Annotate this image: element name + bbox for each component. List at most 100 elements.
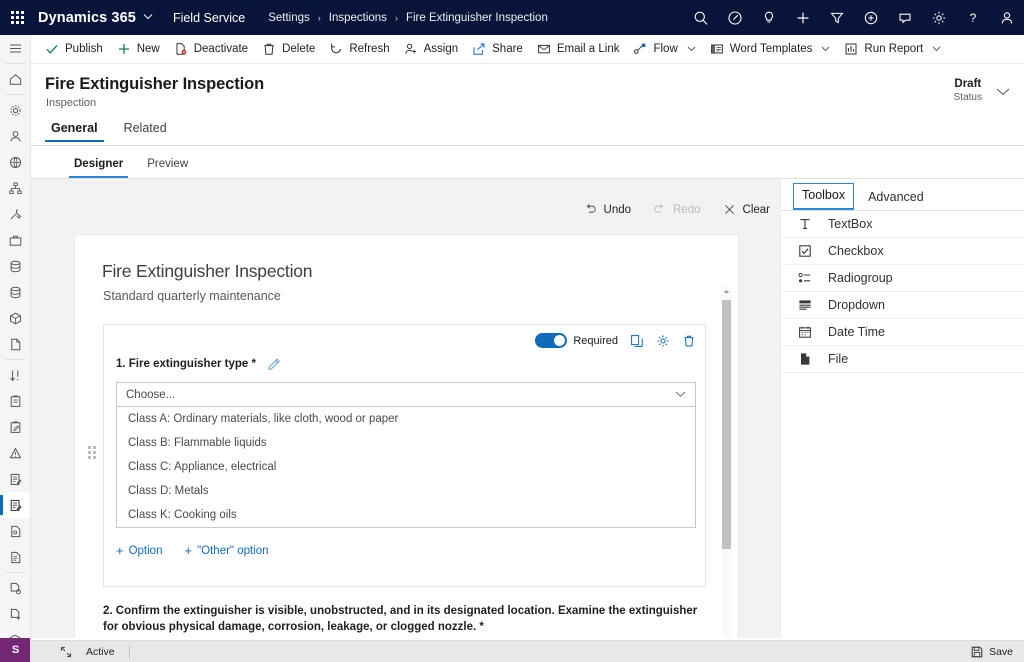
tab-related[interactable]: Related [118,117,173,142]
option-item[interactable]: Class K: Cooking oils [117,503,695,527]
toolbox-item-radiogroup[interactable]: Radiogroup [781,265,1024,292]
word-template-icon [710,42,724,56]
person-icon[interactable] [0,123,30,149]
option-item[interactable]: Class C: Appliance, electrical [117,455,695,479]
add-icon[interactable] [786,0,820,35]
tab-preview[interactable]: Preview [142,154,193,178]
package-icon[interactable] [0,305,30,331]
globe-icon[interactable] [0,149,30,175]
inspection-template-icon[interactable] [0,466,30,492]
database-stack-icon[interactable] [0,279,30,305]
account-icon[interactable] [990,0,1024,35]
plus-icon: + [116,543,124,558]
document-settings-icon[interactable] [0,575,30,601]
toolbox-item-textbox[interactable]: TextBox [781,211,1024,238]
document-add-icon[interactable] [0,601,30,627]
toolbox-item-file[interactable]: File [781,346,1024,373]
status-chevron-down-icon[interactable] [996,83,1010,101]
expand-icon[interactable] [60,646,72,658]
tab-advanced[interactable]: Advanced [860,186,932,210]
settings-gear-icon[interactable] [922,0,956,35]
app-name-label[interactable]: Field Service [173,11,245,25]
required-toggle[interactable] [535,333,568,348]
status-badge: Draft Status [954,76,1010,103]
diagnostics-icon[interactable] [718,0,752,35]
lightbulb-icon[interactable] [752,0,786,35]
add-other-option-label: "Other" option [197,544,269,557]
home-icon[interactable] [0,66,30,92]
add-option-button[interactable]: + Option [116,544,162,557]
new-button[interactable]: New [110,35,167,64]
document-lock-icon[interactable] [0,518,30,544]
breadcrumb-item-inspections[interactable]: Inspections [329,12,387,24]
sidebar-item-inspections[interactable] [0,492,30,518]
save-button[interactable]: Save [971,646,1013,658]
canvas-scrollbar[interactable] [722,286,731,638]
settings-gear-icon[interactable] [656,334,670,348]
option-item[interactable]: Class A: Ordinary materials, like cloth,… [117,407,695,431]
deactivate-button[interactable]: Deactivate [167,35,255,64]
copy-icon[interactable] [630,334,644,348]
publish-button[interactable]: Publish [38,35,110,64]
settings-gear-icon[interactable] [0,97,30,123]
tab-toolbox[interactable]: Toolbox [793,183,855,210]
briefcase-icon[interactable] [0,227,30,253]
clipboard-edit-icon[interactable] [0,414,30,440]
scroll-up-arrow-icon[interactable] [722,286,731,296]
edit-pencil-icon[interactable] [267,357,280,370]
tab-designer[interactable]: Designer [69,154,129,178]
brand-chevron-down-icon[interactable] [143,12,153,23]
form-title: Fire Extinguisher Inspection [102,261,313,281]
undo-button[interactable]: Undo [584,203,631,216]
word-templates-button[interactable]: Word Templates [703,35,838,64]
chevron-down-icon[interactable] [687,45,696,54]
run-report-button[interactable]: Run Report [837,35,948,64]
filter-icon[interactable] [820,0,854,35]
add-circle-icon[interactable] [854,0,888,35]
brand-label[interactable]: Dynamics 365 [38,10,136,26]
chevron-down-icon[interactable] [675,389,686,401]
hierarchy-icon[interactable] [0,175,30,201]
toolbox-item-checkbox[interactable]: Checkbox [781,238,1024,265]
sort-icon[interactable] [0,362,30,388]
warning-icon[interactable] [0,440,30,466]
search-icon[interactable] [684,0,718,35]
email-a-link-button[interactable]: Email a Link [530,35,627,64]
calendar-icon [795,325,815,339]
clear-button[interactable]: Clear [723,203,770,216]
document-icon[interactable] [0,331,30,357]
refresh-button[interactable]: Refresh [322,35,396,64]
chevron-down-icon[interactable] [932,45,941,54]
breadcrumb-item-current[interactable]: Fire Extinguisher Inspection [406,12,548,24]
trash-icon[interactable] [682,334,696,348]
waffle-icon[interactable] [0,0,34,35]
flow-icon [633,42,647,56]
assign-button[interactable]: Assign [397,35,466,64]
scrollbar-thumb[interactable] [722,300,731,549]
share-button[interactable]: Share [465,35,530,64]
database-icon[interactable] [0,253,30,279]
hamburger-menu-icon[interactable] [0,35,30,61]
document-page-icon[interactable] [0,544,30,570]
refresh-label: Refresh [349,43,390,55]
option-item[interactable]: Class D: Metals [117,479,695,503]
tools-icon[interactable] [0,201,30,227]
tab-general[interactable]: General [45,117,104,142]
toolbox-item-date-time[interactable]: Date Time [781,319,1024,346]
flow-button[interactable]: Flow [626,35,702,64]
chevron-down-icon[interactable] [821,45,830,54]
add-other-option-button[interactable]: + "Other" option [184,544,268,557]
feedback-icon[interactable] [888,0,922,35]
clipboard-icon[interactable] [0,388,30,414]
breadcrumb-item-settings[interactable]: Settings [268,12,310,24]
option-item[interactable]: Class B: Flammable liquids [117,431,695,455]
user-avatar[interactable]: S [0,638,30,662]
choose-dropdown[interactable]: Choose... [117,383,695,407]
delete-button[interactable]: Delete [255,35,322,64]
help-icon[interactable]: ? [956,0,990,35]
question-drag-handle[interactable] [88,446,96,459]
toolbox-item-label: Date Time [828,325,885,339]
toolbox-item-dropdown[interactable]: Dropdown [781,292,1024,319]
redo-button[interactable]: Redo [653,203,701,216]
breadcrumb: Settings › Inspections › Fire Extinguish… [268,12,548,24]
